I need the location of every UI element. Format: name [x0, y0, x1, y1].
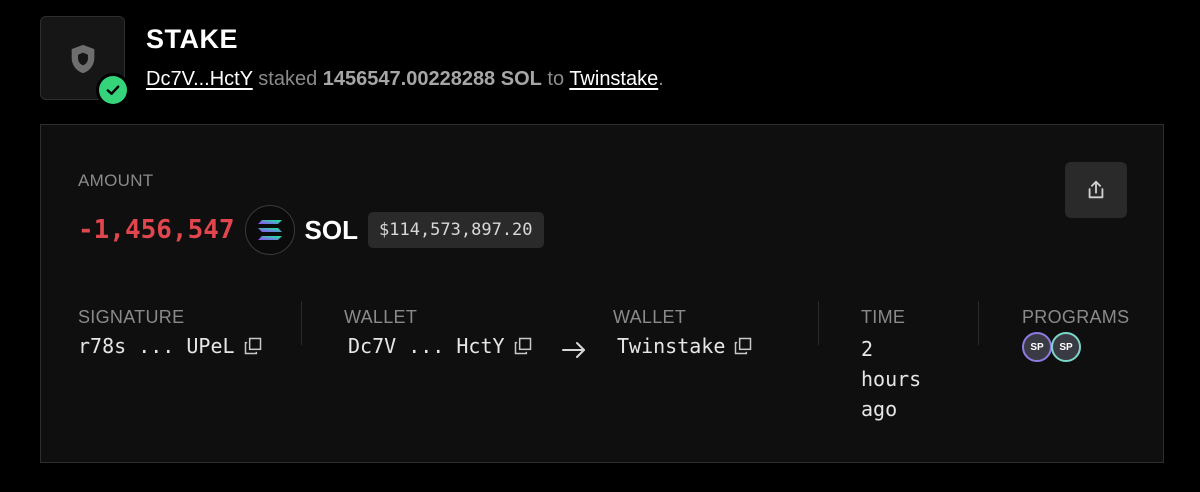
tx-description: Dc7V...HctY staked 1456547.00228288 SOL …	[146, 68, 664, 91]
amount-value: -1,456,547	[78, 215, 235, 245]
signature-column: SIGNATURE r78s ... UPeL	[78, 307, 263, 358]
program-badge[interactable]: SP	[1051, 332, 1081, 362]
copy-icon[interactable]	[733, 336, 753, 356]
to-wallet-column: WALLET Twinstake	[613, 307, 753, 358]
transaction-card: AMOUNT -1,456,547 SOL $114,573,897.20 SI…	[40, 124, 1164, 463]
transaction-page: STAKE Dc7V...HctY staked 1456547.0022828…	[0, 0, 1200, 492]
from-wallet-value-row: Dc7V ... HctY	[348, 334, 533, 358]
column-divider	[818, 301, 819, 345]
signature-label: SIGNATURE	[78, 307, 185, 327]
solana-logo-icon	[244, 205, 295, 255]
signature-value[interactable]: r78s ... UPeL	[78, 334, 235, 358]
from-wallet-value[interactable]: Dc7V ... HctY	[348, 334, 505, 358]
share-icon	[1088, 180, 1104, 199]
token-symbol: SOL	[304, 214, 358, 245]
check-circle-icon	[106, 85, 120, 95]
programs-label: PROGRAMS	[1022, 307, 1130, 327]
tx-period: .	[658, 68, 664, 90]
programs-list: SP SP	[1022, 332, 1129, 362]
tx-amount-text: 1456547.00228288 SOL	[322, 68, 542, 90]
tx-verb: staked	[258, 68, 318, 90]
to-wallet-link[interactable]: Twinstake	[569, 68, 658, 90]
usd-value-badge: $114,573,897.20	[368, 212, 544, 248]
to-wallet-value[interactable]: Twinstake	[617, 334, 725, 358]
page-title: STAKE	[146, 24, 239, 54]
copy-icon[interactable]	[513, 336, 533, 356]
to-wallet-value-row: Twinstake	[617, 334, 753, 358]
tx-type-icon-box	[40, 16, 130, 107]
shield-icon	[71, 44, 95, 74]
status-badge	[96, 73, 130, 107]
from-wallet-column: WALLET Dc7V ... HctY	[344, 307, 533, 358]
column-divider	[978, 301, 979, 345]
to-wallet-label: WALLET	[613, 307, 687, 327]
column-divider	[301, 301, 302, 345]
time-value: 2 hours ago	[861, 337, 922, 421]
arrow-right-icon	[562, 342, 585, 358]
amount-label: AMOUNT	[78, 171, 154, 190]
program-badge[interactable]: SP	[1022, 332, 1052, 362]
time-column: TIME 2 hours ago	[861, 307, 941, 424]
amount-row: -1,456,547 SOL $114,573,897.20	[78, 205, 544, 255]
programs-column: PROGRAMS SP SP	[1022, 307, 1129, 362]
tx-to-word: to	[547, 68, 565, 90]
from-wallet-link[interactable]: Dc7V...HctY	[146, 68, 253, 90]
share-button[interactable]	[1065, 162, 1127, 218]
from-wallet-label: WALLET	[344, 307, 418, 327]
signature-value-row: r78s ... UPeL	[78, 334, 263, 358]
time-label: TIME	[861, 307, 906, 327]
copy-icon[interactable]	[243, 336, 263, 356]
